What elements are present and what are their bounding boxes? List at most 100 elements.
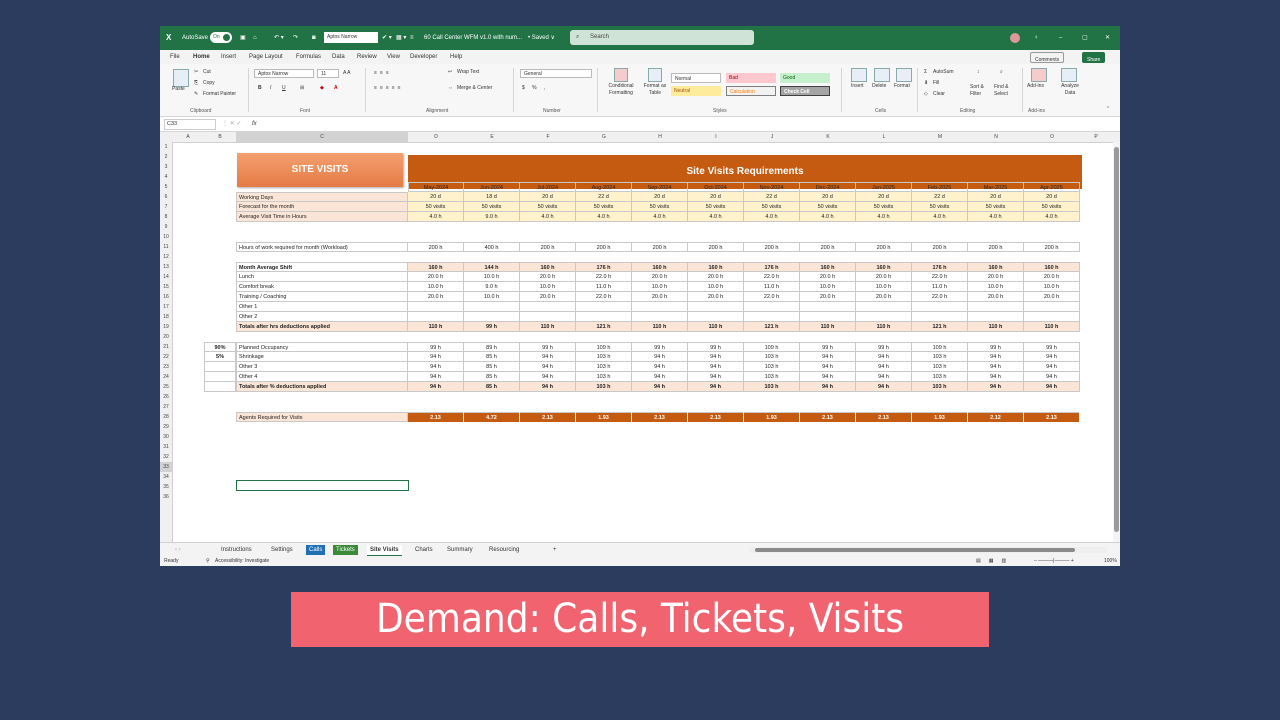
value-cell[interactable]: 103 h: [744, 352, 800, 362]
tab-prev-icon[interactable]: ‹ ›: [172, 545, 184, 555]
value-cell[interactable]: 10.0 h: [856, 282, 912, 292]
value-cell[interactable]: 2.13: [1024, 412, 1080, 422]
value-cell[interactable]: 99 h: [688, 342, 744, 352]
value-cell[interactable]: 103 h: [744, 382, 800, 392]
row-label-19[interactable]: Totals after hrs deductions applied: [236, 322, 408, 332]
value-cell[interactable]: 2.13: [800, 412, 856, 422]
value-cell[interactable]: 50 visits: [1024, 202, 1080, 212]
value-cell[interactable]: 10.0 h: [464, 292, 520, 302]
value-cell[interactable]: [912, 312, 968, 322]
value-cell[interactable]: 160 h: [856, 262, 912, 272]
value-cell[interactable]: [632, 302, 688, 312]
value-cell[interactable]: 103 h: [576, 362, 632, 372]
value-cell[interactable]: 18 d: [464, 192, 520, 202]
value-cell[interactable]: 4.72: [464, 412, 520, 422]
percentage-cell[interactable]: 90%: [204, 342, 236, 352]
value-cell[interactable]: 22.0 h: [912, 292, 968, 302]
value-cell[interactable]: [968, 312, 1024, 322]
value-cell[interactable]: 110 h: [408, 322, 464, 332]
value-cell[interactable]: 109 h: [912, 342, 968, 352]
value-cell[interactable]: 4.0 h: [520, 212, 576, 222]
value-cell[interactable]: 94 h: [800, 372, 856, 382]
value-cell[interactable]: 99 h: [1024, 342, 1080, 352]
value-cell[interactable]: 94 h: [632, 362, 688, 372]
value-cell[interactable]: 1.93: [576, 412, 632, 422]
value-cell[interactable]: 11.0 h: [744, 282, 800, 292]
value-cell[interactable]: 94 h: [1024, 382, 1080, 392]
value-cell[interactable]: 2.12: [968, 412, 1024, 422]
value-cell[interactable]: 10.0 h: [408, 282, 464, 292]
value-cell[interactable]: 110 h: [520, 322, 576, 332]
month-header[interactable]: May-2024: [408, 182, 464, 192]
value-cell[interactable]: 160 h: [968, 262, 1024, 272]
value-cell[interactable]: 99 h: [856, 342, 912, 352]
tab-resourcing[interactable]: Resourcing: [486, 545, 522, 555]
value-cell[interactable]: 20.0 h: [856, 272, 912, 282]
month-header[interactable]: Mar-2025: [968, 182, 1024, 192]
value-cell[interactable]: 160 h: [800, 262, 856, 272]
value-cell[interactable]: 94 h: [968, 382, 1024, 392]
value-cell[interactable]: 176 h: [912, 262, 968, 272]
value-cell[interactable]: 11.0 h: [912, 282, 968, 292]
value-cell[interactable]: 2.13: [632, 412, 688, 422]
row-label-14[interactable]: Lunch: [236, 272, 408, 282]
accessibility-status[interactable]: Accessibility: Investigate: [215, 556, 269, 566]
value-cell[interactable]: 94 h: [408, 362, 464, 372]
value-cell[interactable]: [856, 302, 912, 312]
horizontal-scrollbar[interactable]: [750, 547, 1106, 553]
value-cell[interactable]: [1024, 302, 1080, 312]
month-header[interactable]: Dec-2024: [800, 182, 856, 192]
value-cell[interactable]: 10.0 h: [464, 272, 520, 282]
value-cell[interactable]: 200 h: [856, 242, 912, 252]
value-cell[interactable]: 4.0 h: [688, 212, 744, 222]
zoom-slider[interactable]: – ———|——— +: [1034, 556, 1074, 566]
value-cell[interactable]: 9.0 h: [464, 282, 520, 292]
value-cell[interactable]: 94 h: [800, 382, 856, 392]
value-cell[interactable]: 20.0 h: [856, 292, 912, 302]
value-cell[interactable]: [576, 302, 632, 312]
value-cell[interactable]: 2.13: [520, 412, 576, 422]
value-cell[interactable]: 89 h: [464, 342, 520, 352]
value-cell[interactable]: [408, 312, 464, 322]
value-cell[interactable]: 94 h: [688, 362, 744, 372]
row-label-8[interactable]: Average Visit Time in Hours: [236, 212, 408, 222]
value-cell[interactable]: 20 d: [688, 192, 744, 202]
value-cell[interactable]: 94 h: [1024, 372, 1080, 382]
value-cell[interactable]: 2.13: [688, 412, 744, 422]
value-cell[interactable]: 22.0 h: [912, 272, 968, 282]
value-cell[interactable]: 94 h: [688, 372, 744, 382]
value-cell[interactable]: 20.0 h: [968, 292, 1024, 302]
value-cell[interactable]: 50 visits: [744, 202, 800, 212]
value-cell[interactable]: 50 visits: [856, 202, 912, 212]
month-header[interactable]: Nov-2024: [744, 182, 800, 192]
value-cell[interactable]: 103 h: [912, 362, 968, 372]
value-cell[interactable]: 4.0 h: [856, 212, 912, 222]
value-cell[interactable]: 94 h: [632, 372, 688, 382]
value-cell[interactable]: 85 h: [464, 382, 520, 392]
month-header[interactable]: Apr-2025: [1024, 182, 1080, 192]
value-cell[interactable]: 94 h: [632, 352, 688, 362]
value-cell[interactable]: [632, 312, 688, 322]
value-cell[interactable]: 22.0 h: [576, 292, 632, 302]
value-cell[interactable]: [464, 302, 520, 312]
row-label-23[interactable]: Other 3: [236, 362, 408, 372]
value-cell[interactable]: 4.0 h: [968, 212, 1024, 222]
value-cell[interactable]: 20.0 h: [408, 292, 464, 302]
tab-summary[interactable]: Summary: [444, 545, 476, 555]
value-cell[interactable]: 144 h: [464, 262, 520, 272]
value-cell[interactable]: 20 d: [968, 192, 1024, 202]
value-cell[interactable]: 20.0 h: [520, 292, 576, 302]
value-cell[interactable]: [688, 302, 744, 312]
row-label-24[interactable]: Other 4: [236, 372, 408, 382]
tab-calls[interactable]: Calls: [306, 545, 326, 555]
value-cell[interactable]: 20 d: [408, 192, 464, 202]
value-cell[interactable]: 176 h: [744, 262, 800, 272]
value-cell[interactable]: 99 h: [520, 342, 576, 352]
tab-settings[interactable]: Settings: [268, 545, 296, 555]
month-header[interactable]: Jun-2024: [464, 182, 520, 192]
value-cell[interactable]: 200 h: [744, 242, 800, 252]
value-cell[interactable]: 99 h: [800, 342, 856, 352]
value-cell[interactable]: 50 visits: [800, 202, 856, 212]
value-cell[interactable]: 103 h: [576, 352, 632, 362]
month-header[interactable]: Sep-2024: [632, 182, 688, 192]
